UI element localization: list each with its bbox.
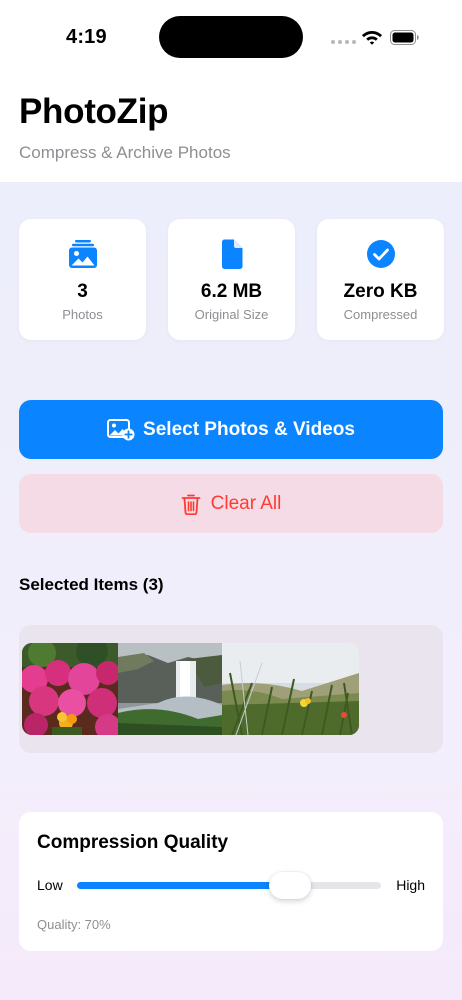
quality-high-label: High xyxy=(396,877,425,893)
thumbnail-waterfall[interactable] xyxy=(118,643,222,735)
quality-slider[interactable] xyxy=(77,872,381,899)
quality-slider-thumb[interactable] xyxy=(268,872,311,899)
header-area: 4:19 PhotoZip Compress & Archive Photos xyxy=(0,0,462,182)
selected-items-heading: Selected Items (3) xyxy=(19,575,164,594)
clear-all-label: Clear All xyxy=(210,492,282,514)
document-icon xyxy=(221,239,242,269)
status-time: 4:19 xyxy=(66,26,107,48)
quality-slider-fill xyxy=(77,882,290,889)
compression-quality-card: Compression Quality Low High Quality: 70… xyxy=(19,812,443,951)
select-photos-button[interactable]: Select Photos & Videos xyxy=(19,400,443,459)
stat-value: 3 xyxy=(77,281,88,302)
thumbnail-strip[interactable] xyxy=(22,643,359,735)
battery-icon xyxy=(390,30,419,45)
wifi-icon xyxy=(362,31,382,45)
compression-quality-title: Compression Quality xyxy=(37,832,229,853)
stat-value: 6.2 MB xyxy=(200,281,263,302)
page-subtitle: Compress & Archive Photos xyxy=(19,143,231,162)
thumbnail-grass[interactable] xyxy=(222,643,359,735)
stat-card-photos: 3 Photos xyxy=(19,219,146,340)
status-bar: 4:19 xyxy=(0,0,462,70)
add-photo-icon xyxy=(107,418,135,440)
stat-card-original-size: 6.2 MB Original Size xyxy=(168,219,295,340)
clear-all-button[interactable]: Clear All xyxy=(19,474,443,533)
stat-card-compressed: Zero KB Compressed xyxy=(317,219,444,340)
selected-items-gallery[interactable] xyxy=(19,625,443,753)
cellular-signal-icon xyxy=(331,40,356,44)
quality-low-label: Low xyxy=(37,877,63,893)
stat-label: Photos xyxy=(62,307,103,322)
stat-value: Zero KB xyxy=(343,281,418,302)
quality-caption: Quality: 70% xyxy=(37,917,111,932)
trash-icon xyxy=(181,494,201,515)
thumbnail-flowers[interactable] xyxy=(22,643,121,735)
dynamic-island xyxy=(159,16,303,58)
photo-stack-icon xyxy=(68,240,97,268)
stat-label: Compressed xyxy=(343,307,418,322)
page-title: PhotoZip xyxy=(19,92,169,131)
select-photos-label: Select Photos & Videos xyxy=(143,418,355,440)
stat-label: Original Size xyxy=(194,307,269,322)
checkmark-circle-icon xyxy=(366,240,395,268)
